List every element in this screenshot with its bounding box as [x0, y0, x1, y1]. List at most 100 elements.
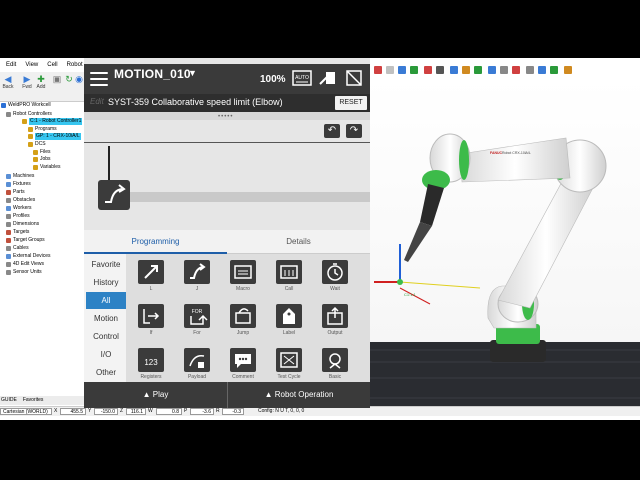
menu-cell[interactable]: Cell: [47, 62, 57, 72]
menu-view[interactable]: View: [25, 62, 38, 72]
view-tool-icon[interactable]: [374, 66, 382, 74]
tab-programming[interactable]: Programming: [84, 230, 227, 254]
program-name[interactable]: MOTION_010: [114, 67, 191, 81]
instruction-wait[interactable]: Wait: [312, 254, 358, 294]
tree-item-cables[interactable]: Cables: [6, 245, 29, 252]
category-control[interactable]: Control: [86, 328, 126, 345]
view-tool-icon[interactable]: [564, 66, 572, 74]
instruction-j[interactable]: J: [174, 254, 220, 294]
tree-item-parts[interactable]: Parts: [6, 189, 25, 196]
tree-item-obstacles[interactable]: Obstacles: [6, 197, 35, 204]
r-value[interactable]: -0.3: [222, 408, 244, 415]
tree-item-sensor-units[interactable]: Sensor Units: [6, 269, 42, 276]
tree-item-robot-controllers[interactable]: Robot Controllers: [6, 111, 52, 118]
instruction-if[interactable]: If: [128, 298, 174, 338]
instruction-comment[interactable]: Comment: [220, 342, 266, 382]
tree-label: C:1 - Robot Controller1: [29, 118, 83, 125]
3d-workcell-view[interactable]: C1:1:1 FANUC Robot CRX-10iA/L: [370, 78, 640, 406]
tree-item-workcell[interactable]: WeldPRO Workcell: [1, 102, 51, 109]
view-tool-icon[interactable]: [538, 66, 546, 74]
instruction-basic[interactable]: Basic: [312, 342, 358, 382]
tree-item-variables[interactable]: Variables: [33, 164, 60, 171]
view-tool-icon[interactable]: [474, 66, 482, 74]
y-value[interactable]: -150.0: [94, 408, 118, 415]
tree-item-dcs[interactable]: DCS: [28, 141, 46, 148]
tree-label: Targets: [13, 229, 30, 235]
view-tool-icon[interactable]: [488, 66, 496, 74]
folder-icon: [33, 157, 38, 162]
undo-button[interactable]: ↶: [324, 124, 340, 138]
view-tool-icon[interactable]: [500, 66, 508, 74]
category-history[interactable]: History: [86, 274, 126, 291]
instruction-test-cycle[interactable]: Test Cycle: [266, 342, 312, 382]
instruction-label-item[interactable]: Label: [266, 298, 312, 338]
joint-motion-node[interactable]: [98, 180, 130, 210]
frame-select[interactable]: Cartesian (WORLD): [0, 408, 52, 415]
play-button[interactable]: ▲ Play: [84, 382, 227, 408]
view-tool-icon[interactable]: [436, 66, 444, 74]
disabled-status-icon[interactable]: [344, 68, 364, 88]
tree-item-fixtures[interactable]: Fixtures: [6, 181, 31, 188]
auto-mode-icon[interactable]: AUTO: [292, 68, 312, 88]
robot-operation-button[interactable]: ▲ Robot Operation: [228, 382, 370, 408]
cables-icon: [6, 246, 11, 251]
tree-item-dimensions[interactable]: Dimensions: [6, 221, 39, 228]
category-motion[interactable]: Motion: [86, 310, 126, 327]
category-other[interactable]: Other: [86, 364, 126, 381]
tree-item-programs[interactable]: Programs: [28, 126, 57, 133]
tree-item-files[interactable]: Files: [33, 149, 51, 156]
instruction-label: Comment: [232, 374, 254, 380]
view-tool-icon[interactable]: [398, 66, 406, 74]
instruction-jump[interactable]: Jump: [220, 298, 266, 338]
tree-item-jobs[interactable]: Jobs: [33, 156, 51, 163]
w-value[interactable]: 0.8: [156, 408, 182, 415]
hamburger-menu-icon[interactable]: [90, 72, 108, 86]
instruction-registers[interactable]: 123 Registers: [128, 342, 174, 382]
category-favorite[interactable]: Favorite: [86, 256, 126, 273]
instruction-l[interactable]: L: [128, 254, 174, 294]
menu-robot[interactable]: Robot: [67, 62, 83, 72]
reset-button[interactable]: RESET: [335, 96, 367, 110]
view-tool-icon[interactable]: [550, 66, 558, 74]
roboguide-window: Edit View Cell Robot ◀ Back ▶ Fwd ✚ Add ▣ ↻…: [0, 58, 640, 420]
tab-guide[interactable]: GUIDE: [1, 396, 17, 405]
category-io[interactable]: I/O: [86, 346, 126, 363]
view-tool-icon[interactable]: [386, 66, 394, 74]
menu-edit[interactable]: Edit: [6, 62, 16, 72]
tree-item-targets[interactable]: Targets: [6, 229, 29, 236]
tool-status-icon[interactable]: [318, 68, 338, 88]
x-value[interactable]: 455.5: [60, 408, 86, 415]
p-value[interactable]: -3.6: [190, 408, 214, 415]
tab-details[interactable]: Details: [227, 230, 370, 254]
tree-item-profiles[interactable]: Profiles: [6, 213, 30, 220]
view-tool-icon[interactable]: [410, 66, 418, 74]
z-value[interactable]: 116.1: [126, 408, 146, 415]
tree-item-robot[interactable]: GP: 1 - CRX-10iA/L: [28, 133, 81, 140]
forward-button[interactable]: ▶ Fwd: [20, 74, 34, 90]
drag-handle-icon[interactable]: •••••: [218, 114, 234, 120]
tab-favorites[interactable]: Favorites: [23, 396, 44, 405]
instruction-payload[interactable]: Payload: [174, 342, 220, 382]
view-tool-icon[interactable]: [424, 66, 432, 74]
tree-item-external-devices[interactable]: External Devices: [6, 253, 51, 260]
view-tool-icon[interactable]: [512, 66, 520, 74]
add-button[interactable]: ✚ Add: [34, 74, 48, 90]
instruction-output[interactable]: Output: [312, 298, 358, 338]
tree-item-workers[interactable]: Workers: [6, 205, 32, 212]
view-tool-icon[interactable]: [450, 66, 458, 74]
tree-item-machines[interactable]: Machines: [6, 173, 34, 180]
tree-item-4d-edit-views[interactable]: 4D Edit Views: [6, 261, 44, 268]
instruction-macro[interactable]: Macro: [220, 254, 266, 294]
redo-button[interactable]: ↷: [346, 124, 362, 138]
tree-item-controller[interactable]: C:1 - Robot Controller1: [22, 118, 83, 125]
instruction-for[interactable]: FOR For: [174, 298, 220, 338]
tree-item-target-groups[interactable]: Target Groups: [6, 237, 45, 244]
speed-override[interactable]: 100%: [260, 74, 286, 85]
back-button[interactable]: ◀ Back: [1, 74, 15, 90]
category-all[interactable]: All: [86, 292, 126, 309]
view-tool-icon[interactable]: [462, 66, 470, 74]
view-tool-icon[interactable]: [526, 66, 534, 74]
instruction-call[interactable]: Call: [266, 254, 312, 294]
brand-label: FANUC: [490, 151, 503, 155]
program-dropdown-icon[interactable]: ▼: [188, 68, 197, 78]
